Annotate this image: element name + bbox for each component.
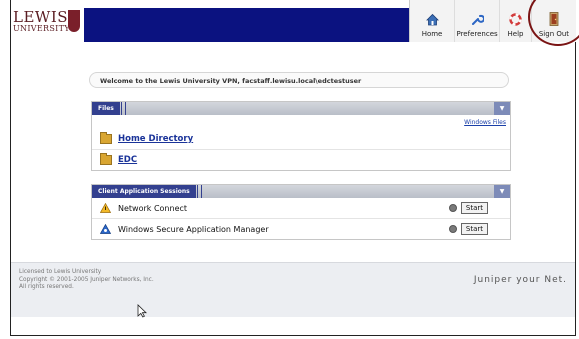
- footer-copyright: Licensed to Lewis University Copyright ©…: [19, 269, 154, 290]
- files-panel: Files ▼ Windows Files Home Directory EDC: [91, 101, 511, 171]
- collapse-arrow-icon[interactable]: ▼: [494, 185, 510, 198]
- gear-icon[interactable]: [448, 225, 457, 233]
- nav-banner: [81, 8, 409, 42]
- home-button[interactable]: Home: [410, 0, 456, 42]
- top-bar: LEWIS UNIVERSITY Home Preferences Help S…: [11, 0, 576, 42]
- logo-shield-icon: [68, 10, 80, 32]
- files-panel-header: Files ▼: [92, 102, 510, 115]
- table-row: Windows Secure Application Manager Start: [92, 218, 510, 239]
- sessions-panel-header: Client Application Sessions ▼: [92, 185, 510, 198]
- help-label: Help: [507, 30, 524, 38]
- help-button[interactable]: Help: [500, 0, 532, 42]
- footer: Licensed to Lewis University Copyright ©…: [11, 262, 575, 317]
- windows-files-link[interactable]: Windows Files: [464, 119, 506, 126]
- wrench-icon: [470, 12, 484, 26]
- client-sessions-panel: Client Application Sessions ▼ Network Co…: [91, 184, 511, 240]
- list-item[interactable]: Home Directory: [92, 129, 510, 149]
- logo-line2: UNIVERSITY: [13, 24, 70, 33]
- home-label: Home: [421, 30, 443, 38]
- gear-icon[interactable]: [448, 204, 457, 212]
- folder-icon: [100, 153, 112, 165]
- edc-link[interactable]: EDC: [118, 155, 137, 165]
- start-wsam-button[interactable]: Start: [460, 223, 488, 235]
- table-row: Network Connect Start: [92, 198, 510, 218]
- home-icon: [425, 12, 439, 26]
- lewis-logo: LEWIS UNIVERSITY: [11, 0, 81, 42]
- welcome-message: Welcome to the Lewis University VPN, fac…: [89, 72, 509, 88]
- network-connect-label: Network Connect: [118, 203, 188, 213]
- preferences-button[interactable]: Preferences: [455, 0, 501, 42]
- folder-icon: [100, 132, 112, 144]
- mouse-cursor-icon: [137, 304, 147, 318]
- home-directory-link[interactable]: Home Directory: [118, 134, 193, 144]
- preferences-label: Preferences: [456, 30, 498, 38]
- start-network-connect-button[interactable]: Start: [460, 202, 488, 214]
- collapse-arrow-icon[interactable]: ▼: [494, 102, 510, 115]
- warning-icon: [100, 203, 111, 213]
- files-panel-title: Files: [92, 102, 126, 115]
- list-item[interactable]: EDC: [92, 149, 510, 170]
- sessions-panel-title: Client Application Sessions: [92, 185, 202, 198]
- browser-frame: LEWIS UNIVERSITY Home Preferences Help S…: [10, 0, 576, 336]
- juniper-logo: Juniper your Net.: [473, 275, 567, 285]
- logo-line1: LEWIS: [13, 8, 69, 26]
- wsam-icon: [100, 224, 111, 234]
- wsam-label: Windows Secure Application Manager: [118, 224, 269, 234]
- lifebuoy-icon: [509, 12, 523, 26]
